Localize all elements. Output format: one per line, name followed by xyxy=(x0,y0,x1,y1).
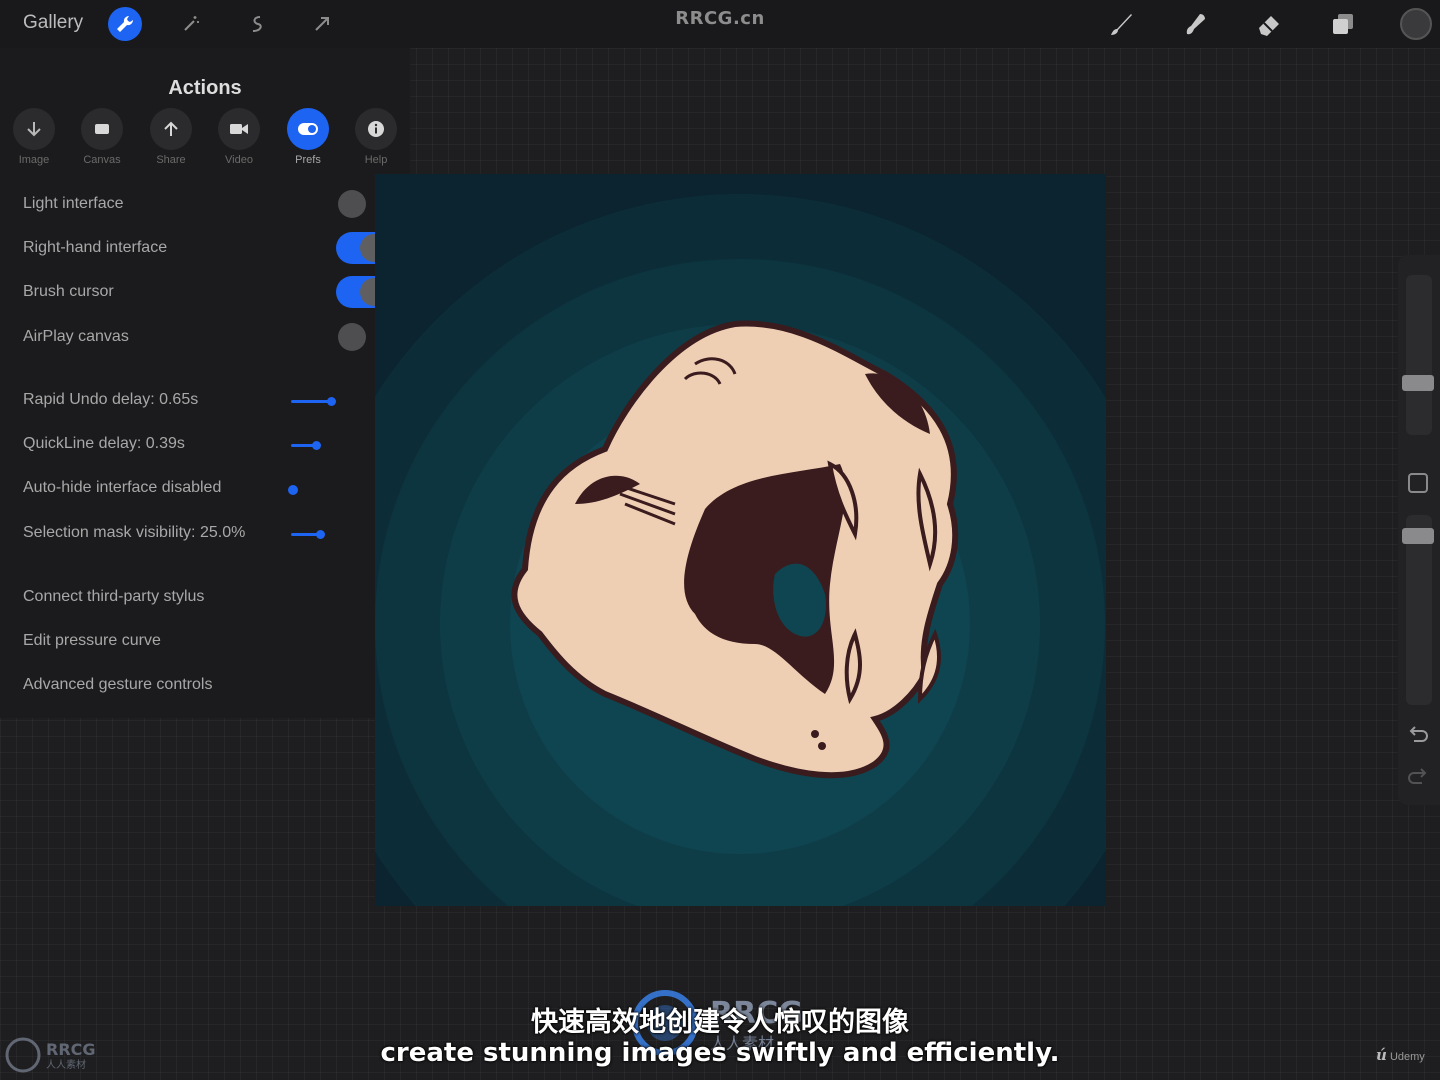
tab-label: Image xyxy=(18,154,50,166)
tab-image[interactable]: Image xyxy=(6,108,62,166)
tab-label: Video xyxy=(225,154,253,166)
site-watermark-title: RRCG.cn xyxy=(675,8,765,29)
drawing-canvas[interactable] xyxy=(375,174,1106,906)
tab-video[interactable]: Video xyxy=(211,108,267,166)
canvas-icon xyxy=(81,108,123,150)
selection-mask-visibility-slider[interactable] xyxy=(291,530,325,539)
tab-share[interactable]: Share xyxy=(143,108,199,166)
layers-icon[interactable] xyxy=(1326,7,1360,41)
top-toolbar: Gallery RRCG.cn xyxy=(0,0,1440,48)
eraser-icon[interactable] xyxy=(1252,7,1286,41)
brush-size-slider[interactable] xyxy=(1406,275,1432,435)
tab-label: Prefs xyxy=(295,154,321,166)
download-arrow-icon xyxy=(13,108,55,150)
rrcg-corner-sub: 人人素材 xyxy=(46,1060,86,1071)
advanced-gesture-controls-link[interactable]: Advanced gesture controls xyxy=(23,676,212,694)
udemy-label: Udemy xyxy=(1389,1051,1425,1063)
rapid-undo-delay-label: Rapid Undo delay: 0.65s xyxy=(23,391,199,408)
brush-size-thumb[interactable] xyxy=(1402,375,1434,391)
connect-stylus-link[interactable]: Connect third-party stylus xyxy=(23,588,204,606)
quickline-delay-label: QuickLine delay: 0.39s xyxy=(23,435,185,452)
redo-icon[interactable] xyxy=(1406,767,1430,792)
right-hand-interface-label: Right-hand interface xyxy=(23,239,168,256)
subtitle-english: create stunning images swiftly and effic… xyxy=(380,1038,1060,1068)
smudge-icon[interactable] xyxy=(1178,7,1212,41)
edit-pressure-curve-link[interactable]: Edit pressure curve xyxy=(23,632,161,650)
airplay-canvas-label: AirPlay canvas xyxy=(23,328,129,345)
actions-panel: Actions Image Canvas Share Video Prefs H xyxy=(0,48,410,718)
video-camera-icon xyxy=(218,108,260,150)
share-arrow-icon xyxy=(150,108,192,150)
tab-canvas[interactable]: Canvas xyxy=(74,108,130,166)
right-sidebar xyxy=(1398,255,1440,805)
tab-prefs[interactable]: Prefs xyxy=(280,108,336,166)
tab-label: Help xyxy=(364,154,388,166)
info-icon xyxy=(355,108,397,150)
panel-title: Actions xyxy=(168,77,242,99)
light-interface-label: Light interface xyxy=(23,195,124,212)
color-picker-swatch[interactable] xyxy=(1400,8,1432,40)
modify-square-icon[interactable] xyxy=(1408,473,1428,493)
quickline-delay-slider[interactable] xyxy=(291,441,321,450)
toggle-prefs-icon xyxy=(287,108,329,150)
auto-hide-interface-label: Auto-hide interface disabled xyxy=(23,479,222,496)
opacity-thumb[interactable] xyxy=(1402,528,1434,544)
skull-illustration xyxy=(375,174,1106,906)
subtitle-chinese: 快速高效地创建令人惊叹的图像 xyxy=(531,1007,909,1038)
tab-label: Canvas xyxy=(83,154,121,166)
brush-icon[interactable] xyxy=(1104,7,1138,41)
auto-hide-interface-slider[interactable] xyxy=(288,485,298,495)
selection-mask-visibility-label: Selection mask visibility: 25.0% xyxy=(23,524,246,541)
undo-icon[interactable] xyxy=(1406,725,1430,750)
rapid-undo-delay-slider[interactable] xyxy=(291,397,336,406)
tab-label: Share xyxy=(156,154,186,166)
tab-help[interactable]: Help xyxy=(348,108,404,166)
rrcg-corner-logo xyxy=(5,1037,41,1073)
brush-cursor-label: Brush cursor xyxy=(23,283,114,300)
udemy-logo: ú Udemy xyxy=(1376,1046,1425,1064)
